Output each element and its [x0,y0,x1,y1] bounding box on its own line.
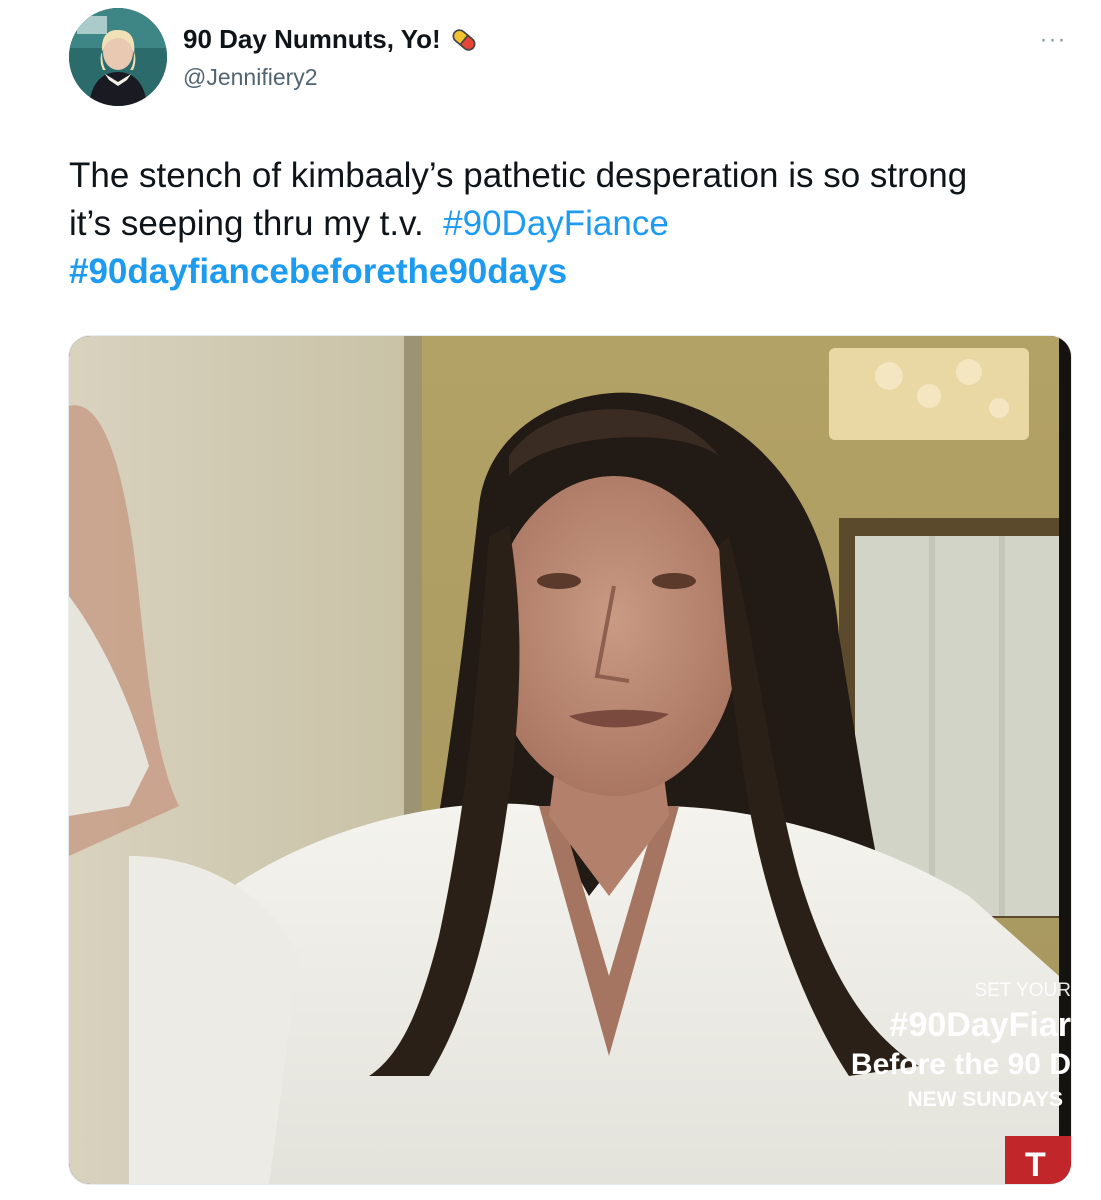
author-handle[interactable]: @Jennifiery2 [183,64,318,91]
pill-icon [449,25,479,55]
more-icon: ··· [1039,26,1067,53]
tweet: 90 Day Numnuts, Yo! @Jennifiery2 ··· The… [0,0,1101,1200]
tweet-text: The stench of kimbaaly’s pathetic desper… [69,152,1079,296]
overlay-line-1: SET YOUR [975,980,1071,1001]
tweet-text-line-1: The stench of kimbaaly’s pathetic desper… [69,156,968,195]
hashtag-90dayfiancebeforethe90days[interactable]: #90dayfiancebeforethe90days [69,248,1079,296]
author-display-name[interactable]: 90 Day Numnuts, Yo! [183,24,441,55]
avatar-image [69,8,167,106]
author-name-row[interactable]: 90 Day Numnuts, Yo! [183,24,479,55]
more-options-button[interactable]: ··· [1033,26,1073,54]
hashtag-90dayfiance[interactable]: #90DayFiance [443,204,669,243]
tweet-text-part-2: it’s seeping thru my t.v. [69,204,424,243]
overlay-line-3: Before the 90 D [851,1048,1071,1081]
tlc-logo-text: T [1025,1146,1046,1184]
avatar[interactable] [69,8,167,106]
tweet-media-photo[interactable]: SET YOUR #90DayFiar Before the 90 D NEW … [68,335,1072,1185]
overlay-line-2: #90DayFiar [890,1006,1071,1044]
tweet-text-line-2: it’s seeping thru my t.v. #90DayFiance [69,200,1079,248]
overlay-line-4: NEW SUNDAYS [907,1088,1063,1111]
tv-screen-photo: SET YOUR #90DayFiar Before the 90 D NEW … [69,336,1071,1184]
